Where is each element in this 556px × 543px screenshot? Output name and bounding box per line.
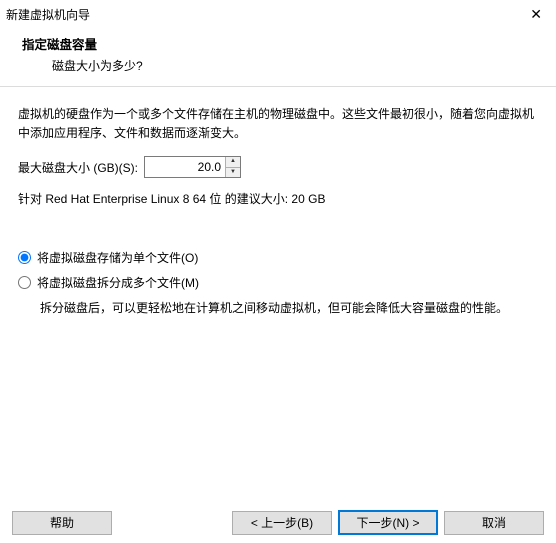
close-icon[interactable]: ✕ <box>524 6 548 23</box>
back-button[interactable]: < 上一步(B) <box>232 511 332 535</box>
help-button[interactable]: 帮助 <box>12 511 112 535</box>
disk-size-row: 最大磁盘大小 (GB)(S): ▲ ▼ <box>18 156 538 178</box>
disk-size-label: 最大磁盘大小 (GB)(S): <box>18 159 138 176</box>
disk-size-spinner[interactable]: ▲ ▼ <box>144 156 241 178</box>
title-bar: 新建虚拟机向导 ✕ <box>0 0 556 24</box>
recommended-size-text: 针对 Red Hat Enterprise Linux 8 64 位 的建议大小… <box>18 190 538 207</box>
page-subheading: 磁盘大小为多少? <box>52 57 538 74</box>
radio-split-file[interactable] <box>18 276 31 289</box>
spinner-up-icon[interactable]: ▲ <box>226 157 240 168</box>
radio-single-file[interactable] <box>18 251 31 264</box>
radio-split-file-label: 将虚拟磁盘拆分成多个文件(M) <box>37 274 199 291</box>
radio-split-file-row[interactable]: 将虚拟磁盘拆分成多个文件(M) <box>18 274 538 291</box>
spinner-down-icon[interactable]: ▼ <box>226 168 240 178</box>
next-button[interactable]: 下一步(N) > <box>338 510 438 535</box>
disk-file-option-group: 将虚拟磁盘存储为单个文件(O) 将虚拟磁盘拆分成多个文件(M) 拆分磁盘后，可以… <box>18 249 538 318</box>
radio-single-file-label: 将虚拟磁盘存储为单个文件(O) <box>37 249 198 266</box>
disk-size-input[interactable] <box>145 157 225 177</box>
window-title: 新建虚拟机向导 <box>6 6 90 23</box>
cancel-button[interactable]: 取消 <box>444 511 544 535</box>
radio-split-file-desc: 拆分磁盘后，可以更轻松地在计算机之间移动虚拟机，但可能会降低大容量磁盘的性能。 <box>40 299 532 318</box>
content-area: 虚拟机的硬盘作为一个或多个文件存储在主机的物理磁盘中。这些文件最初很小，随着您向… <box>0 87 556 318</box>
wizard-header: 指定磁盘容量 磁盘大小为多少? <box>0 24 556 86</box>
wizard-footer: 帮助 < 上一步(B) 下一步(N) > 取消 <box>0 510 556 535</box>
intro-text: 虚拟机的硬盘作为一个或多个文件存储在主机的物理磁盘中。这些文件最初很小，随着您向… <box>18 105 538 142</box>
radio-single-file-row[interactable]: 将虚拟磁盘存储为单个文件(O) <box>18 249 538 266</box>
page-heading: 指定磁盘容量 <box>22 34 538 53</box>
